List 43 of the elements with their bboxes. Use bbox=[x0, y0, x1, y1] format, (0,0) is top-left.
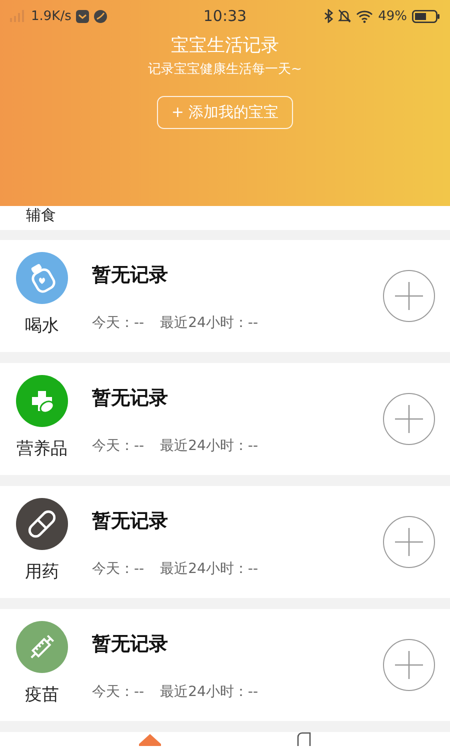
mail-icon bbox=[76, 10, 90, 22]
record-status: 暂无记录 bbox=[92, 509, 169, 534]
clock: 10:33 bbox=[203, 7, 247, 25]
bluetooth-icon bbox=[324, 9, 334, 23]
record-card[interactable]: 喝水 暂无记录 今天：-- 最近24小时：-- bbox=[0, 240, 450, 352]
battery-icon bbox=[412, 10, 440, 22]
network-speed: 1.9K/s bbox=[31, 8, 72, 24]
add-record-button[interactable] bbox=[383, 639, 435, 691]
record-status: 暂无记录 bbox=[92, 632, 169, 657]
plus-icon bbox=[395, 528, 423, 556]
outline-icon[interactable] bbox=[296, 732, 314, 746]
page-title: 宝宝生活记录 bbox=[171, 34, 279, 57]
today-stat: 今天：-- bbox=[92, 683, 144, 701]
record-card[interactable]: 营养品 暂无记录 今天：-- 最近24小时：-- bbox=[0, 363, 450, 475]
battery-percent: 49% bbox=[378, 8, 407, 24]
app-icon bbox=[94, 10, 108, 22]
category-label: 疫苗 bbox=[25, 684, 59, 706]
add-record-button[interactable] bbox=[383, 393, 435, 445]
last-24h-stat: 最近24小时：-- bbox=[160, 560, 258, 578]
record-status: 暂无记录 bbox=[92, 386, 169, 411]
signal-icon bbox=[10, 10, 26, 22]
last-24h-stat: 最近24小时：-- bbox=[160, 314, 258, 332]
record-card[interactable]: 疫苗 暂无记录 今天：-- 最近24小时：-- bbox=[0, 609, 450, 721]
bell-off-icon bbox=[338, 9, 352, 23]
category-label: 喝水 bbox=[25, 315, 59, 337]
add-record-button[interactable] bbox=[383, 516, 435, 568]
wifi-icon bbox=[356, 10, 374, 22]
today-stat: 今天：-- bbox=[92, 437, 144, 455]
last-24h-stat: 最近24小时：-- bbox=[160, 437, 258, 455]
category-label: 辅食 bbox=[26, 206, 56, 224]
category-label: 营养品 bbox=[16, 438, 68, 460]
today-stat: 今天：-- bbox=[92, 560, 144, 578]
category-label: 用药 bbox=[25, 561, 59, 583]
record-card[interactable]: 用药 暂无记录 今天：-- 最近24小时：-- bbox=[0, 486, 450, 598]
page-subtitle: 记录宝宝健康生活每一天~ bbox=[148, 61, 302, 78]
plus-icon bbox=[395, 405, 423, 433]
house-icon[interactable] bbox=[136, 732, 162, 746]
today-stat: 今天：-- bbox=[92, 314, 144, 332]
add-record-button[interactable] bbox=[383, 270, 435, 322]
last-24h-stat: 最近24小时：-- bbox=[160, 683, 258, 701]
plus-icon bbox=[395, 651, 423, 679]
record-status: 暂无记录 bbox=[92, 263, 169, 288]
plus-icon bbox=[395, 282, 423, 310]
